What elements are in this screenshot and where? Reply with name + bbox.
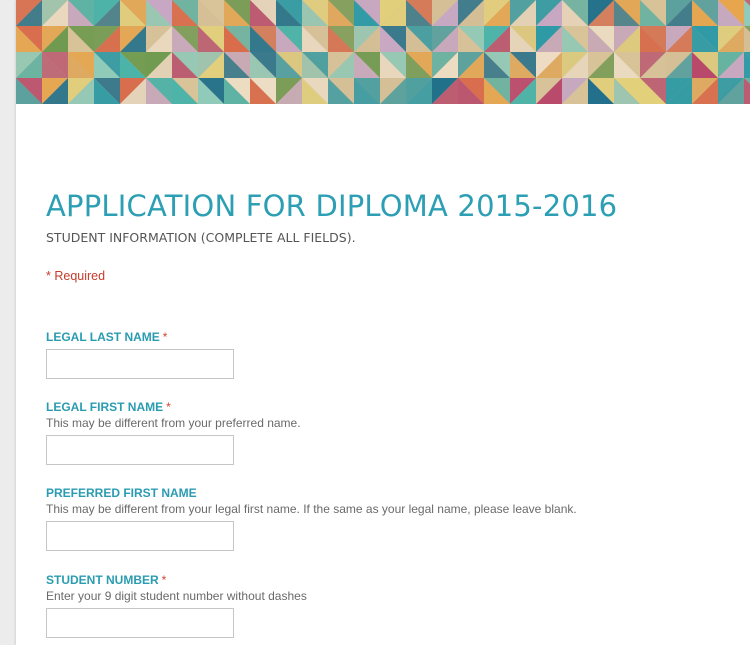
required-asterisk: * <box>162 330 168 344</box>
question-label: LEGAL FIRST NAME * <box>46 400 301 415</box>
geometric-pattern-image <box>16 0 750 104</box>
question-help-text: This may be different from your legal fi… <box>46 502 577 516</box>
legal-first-name-input[interactable] <box>46 435 234 465</box>
question-help-text: Enter your 9 digit student number withou… <box>46 589 307 603</box>
required-asterisk: * <box>166 400 171 414</box>
question-title: LEGAL FIRST NAME <box>46 400 164 414</box>
form-description: STUDENT INFORMATION (COMPLETE ALL FIELDS… <box>46 230 356 245</box>
form-content: APPLICATION FOR DIPLOMA 2015-2016 STUDEN… <box>46 188 736 638</box>
question-label: LEGAL LAST NAME * <box>46 330 234 345</box>
question-label: PREFERRED FIRST NAME <box>46 486 577 501</box>
question-student-number: STUDENT NUMBER * Enter your 9 digit stude… <box>46 573 307 638</box>
legal-last-name-input[interactable] <box>46 349 234 379</box>
header-banner-image <box>16 0 750 104</box>
student-number-input[interactable] <box>46 608 234 638</box>
preferred-first-name-input[interactable] <box>46 521 234 551</box>
question-label: STUDENT NUMBER * <box>46 573 307 588</box>
question-help-text: This may be different from your preferre… <box>46 416 301 430</box>
question-legal-last-name: LEGAL LAST NAME * <box>46 330 234 379</box>
question-preferred-first-name: PREFERRED FIRST NAME This may be differe… <box>46 486 577 551</box>
question-legal-first-name: LEGAL FIRST NAME * This may be different … <box>46 400 301 465</box>
question-title: STUDENT NUMBER <box>46 573 159 587</box>
form-card: APPLICATION FOR DIPLOMA 2015-2016 STUDEN… <box>16 0 750 645</box>
question-title: PREFERRED FIRST NAME <box>46 486 197 500</box>
required-note: * Required <box>46 269 106 283</box>
form-title: APPLICATION FOR DIPLOMA 2015-2016 <box>46 189 618 223</box>
question-title: LEGAL LAST NAME <box>46 330 160 344</box>
required-asterisk: * <box>161 573 167 587</box>
